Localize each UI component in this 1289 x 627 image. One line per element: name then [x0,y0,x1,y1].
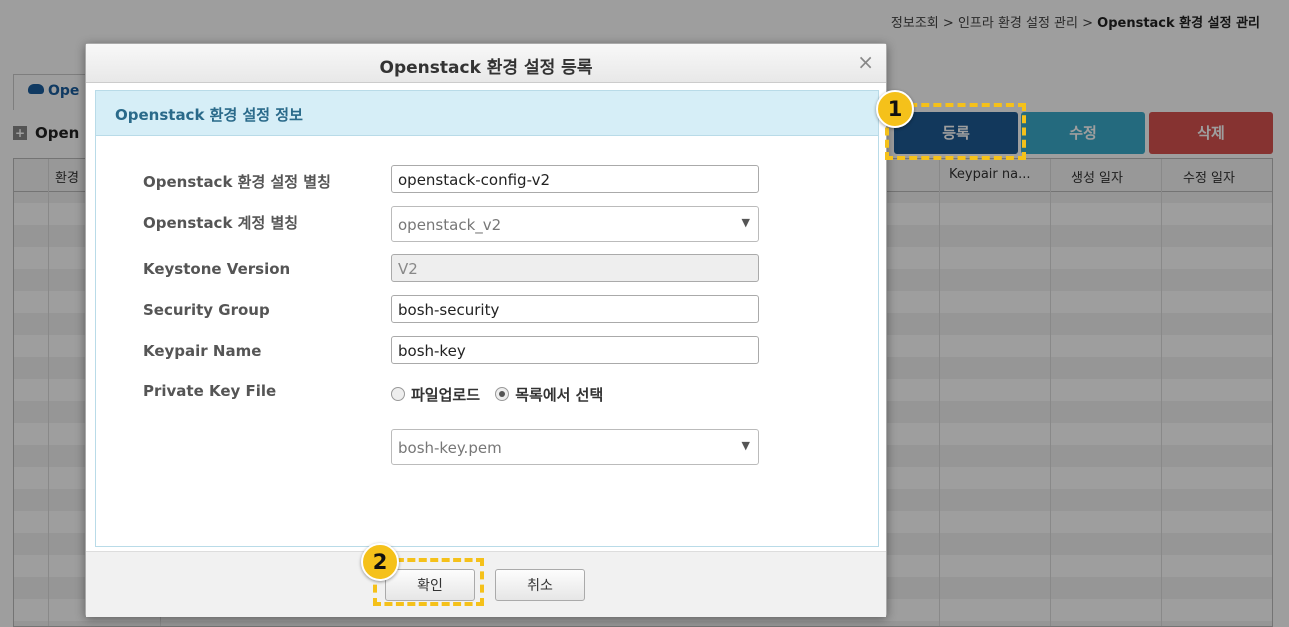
keypair-input[interactable]: bosh-key [391,336,759,364]
radio-checked-icon [495,387,510,401]
panel-title: Openstack 환경 설정 정보 [115,106,303,124]
dropdown-arrow-icon: ▼ [741,216,750,229]
radio-file-upload[interactable]: 파일업로드 [391,384,480,405]
radio-file-upload-label: 파일업로드 [411,386,481,404]
settings-panel: Openstack 환경 설정 정보 Openstack 환경 설정 별칭 op… [95,90,879,547]
dialog-header: Openstack 환경 설정 등록 × [86,44,886,83]
step-marker-1: 1 [876,90,914,128]
cancel-button[interactable]: 취소 [495,569,585,601]
close-icon[interactable]: × [857,50,874,74]
dialog-footer: 확인 취소 [86,551,886,617]
private-key-select[interactable]: bosh-key.pem ▼ [391,429,759,465]
register-dialog: Openstack 환경 설정 등록 × Openstack 환경 설정 정보 … [85,43,887,617]
keystone-label: Keystone Version [143,260,291,278]
radio-select-from-list-label: 목록에서 선택 [515,386,604,404]
security-group-input[interactable]: bosh-security [391,295,759,323]
security-group-label: Security Group [143,301,270,319]
radio-unchecked-icon [391,387,405,401]
alias-input[interactable]: openstack-config-v2 [391,165,759,193]
alias-label: Openstack 환경 설정 별칭 [143,173,331,191]
radio-select-from-list[interactable]: 목록에서 선택 [495,384,603,405]
step-marker-2: 2 [361,543,399,581]
account-select-value: openstack_v2 [398,216,502,234]
private-key-label: Private Key File [143,382,277,400]
account-label: Openstack 계정 별칭 [143,214,299,232]
dropdown-arrow-icon: ▼ [741,439,750,452]
account-select[interactable]: openstack_v2 ▼ [391,206,759,242]
panel-header: Openstack 환경 설정 정보 [96,91,878,136]
dialog-title: Openstack 환경 설정 등록 [379,58,593,78]
private-key-select-value: bosh-key.pem [398,439,502,457]
keystone-input: V2 [391,254,759,282]
private-key-radio-group: 파일업로드 목록에서 선택 [391,384,613,405]
keypair-label: Keypair Name [143,342,262,360]
